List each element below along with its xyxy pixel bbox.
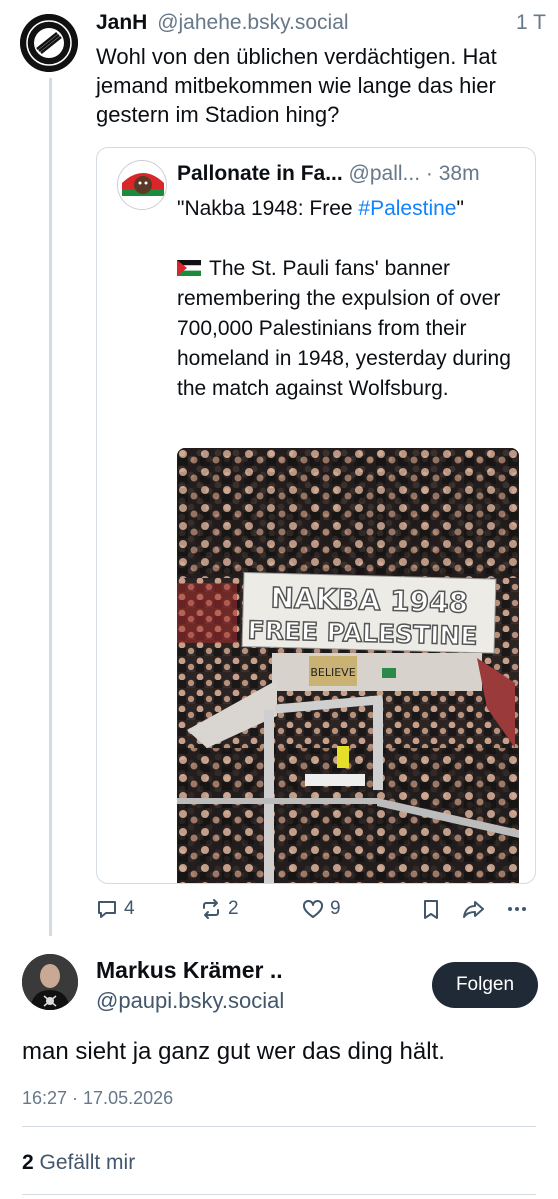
avatar[interactable]	[20, 14, 78, 72]
bookmark-icon	[424, 900, 438, 919]
quote-display-name[interactable]: Pallonate in Fa...	[177, 162, 343, 185]
palestine-flag-icon	[177, 255, 201, 276]
quote-body: The St. Pauli fans' banner remembering t…	[177, 254, 527, 404]
display-name[interactable]: JanH	[96, 11, 147, 34]
follow-button[interactable]: Folgen	[432, 962, 538, 1008]
likes-label: Gefällt mir	[39, 1151, 136, 1174]
thread-line	[49, 78, 52, 936]
display-name[interactable]: Markus Krämer ..	[96, 955, 283, 985]
post-text: man sieht ja ganz gut wer das ding hält.	[22, 1038, 445, 1065]
handle[interactable]: @paupi.bsky.social	[96, 986, 284, 1016]
repost-button[interactable]: 2	[200, 898, 239, 920]
share-button[interactable]	[462, 898, 486, 920]
repost-count: 2	[228, 898, 239, 919]
like-button[interactable]: 9	[302, 898, 341, 920]
reply-button[interactable]: 4	[96, 898, 135, 920]
quote-line-suffix: "	[456, 197, 464, 220]
more-options-button[interactable]	[506, 898, 528, 920]
quote-line-prefix: "Nakba 1948: Free	[177, 197, 359, 220]
post-date: 16:27 · 17.05.2026	[22, 1088, 174, 1108]
quote-avatar[interactable]	[117, 160, 167, 210]
post-text: Wohl von den üblichen verdächtigen. Hat …	[96, 44, 497, 127]
like-count: 9	[330, 898, 341, 919]
quote-header: Pallonate in Fa... @pall... · 38m	[177, 158, 527, 190]
quote-time: · 38m	[425, 162, 480, 185]
heart-icon	[303, 899, 323, 918]
post-time[interactable]: 1 T	[516, 8, 546, 38]
quote-handle[interactable]: @pall...	[349, 162, 421, 185]
bookmark-button[interactable]	[420, 898, 442, 920]
handle[interactable]: @jahehe.bsky.social	[157, 11, 348, 34]
avatar[interactable]	[22, 954, 78, 1010]
hashtag-link[interactable]: #Palestine	[358, 197, 456, 220]
quote-text: "Nakba 1948: Free #Palestine" The St. Pa…	[177, 194, 527, 404]
divider	[22, 1194, 536, 1195]
believe-sign: BELIEVE	[310, 666, 355, 679]
reply-count: 4	[124, 898, 135, 919]
more-icon	[508, 907, 526, 911]
likes-count: 2	[22, 1151, 34, 1174]
share-icon	[463, 901, 484, 918]
stadium-photo[interactable]: NAKBA 1948 FREE PALESTINE BELIEVE	[177, 448, 519, 883]
likes-summary[interactable]: 2 Gefällt mir	[22, 1148, 135, 1178]
banner-line-2: FREE PALESTINE	[247, 616, 478, 651]
quote-line-1: "Nakba 1948: Free #Palestine"	[177, 194, 527, 224]
quote-body-text: The St. Pauli fans' banner remembering t…	[177, 257, 511, 400]
post-actions: 4 2 9	[96, 898, 536, 928]
post-header: JanH @jahehe.bsky.social 1 T	[96, 8, 546, 38]
banner-line-1: NAKBA 1948	[270, 581, 468, 619]
repost-icon	[203, 899, 219, 919]
quoted-post[interactable]: Pallonate in Fa... @pall... · 38m "Nakba…	[96, 147, 536, 884]
divider	[22, 1126, 536, 1127]
reply-icon	[98, 901, 116, 918]
